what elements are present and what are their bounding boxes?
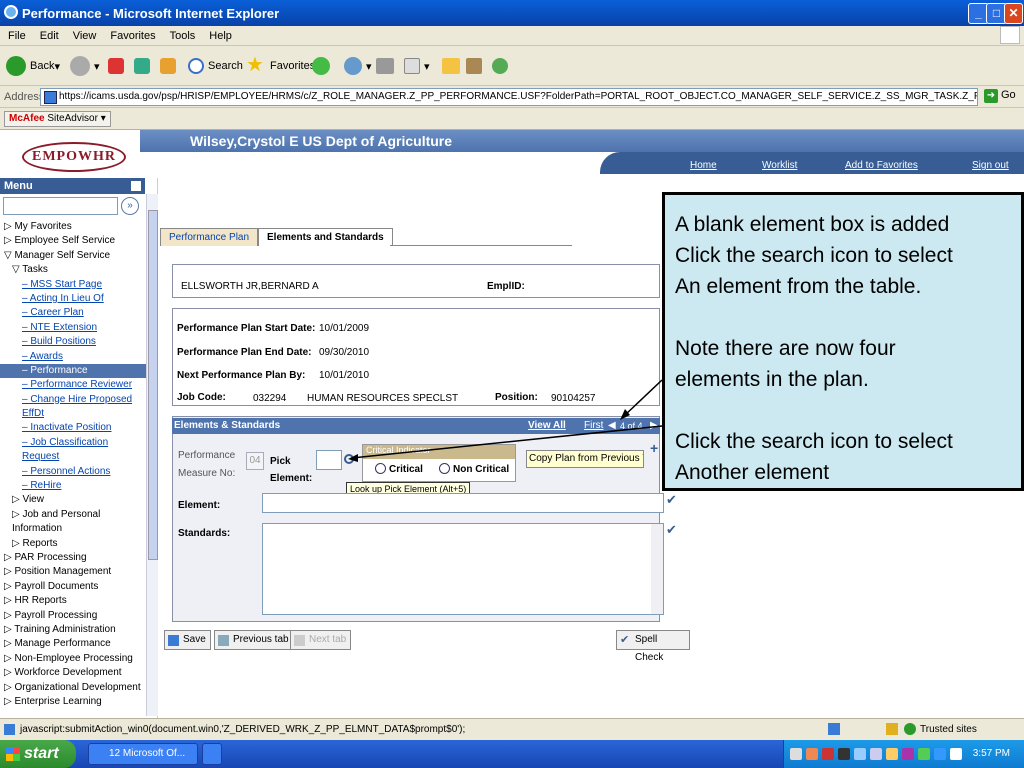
callout-paragraph-2: Note there are now four elements in the … (675, 337, 896, 391)
status-bar: javascript:submitAction_win0(document.wi… (0, 718, 1024, 740)
lock-icon (886, 723, 898, 735)
tray-icon-volume[interactable] (870, 748, 882, 760)
arrow-to-counter (623, 379, 663, 417)
tray-icon-update[interactable] (934, 748, 946, 760)
tray-icon-mail[interactable] (790, 748, 802, 760)
taskbar: start 12 Microsoft Of... 3:57 PM (0, 740, 1024, 768)
start-button[interactable]: start (0, 740, 76, 768)
zone-label: Trusted sites (920, 724, 977, 735)
arrow-to-search (351, 425, 663, 459)
tray-icon-network[interactable] (854, 748, 866, 760)
tray-icon-display[interactable] (950, 748, 962, 760)
tray-icon-tsp[interactable] (886, 748, 898, 760)
taskbar-ie-button[interactable] (202, 743, 222, 765)
callout-paragraph-1: A blank element box is added Click the s… (675, 213, 953, 298)
system-clock: 3:57 PM (972, 748, 1010, 759)
page-status-icon (4, 724, 15, 735)
zone-page-icon (828, 723, 840, 735)
tray-icon-mcafee[interactable] (822, 748, 834, 760)
taskbar-office-group[interactable]: 12 Microsoft Of... (88, 743, 198, 765)
tray-icon-office[interactable] (806, 748, 818, 760)
tray-icon-warning[interactable] (838, 748, 850, 760)
windows-flag-icon (6, 747, 20, 761)
system-tray: 3:57 PM (783, 740, 1024, 768)
arrowhead-search (348, 454, 358, 462)
status-text: javascript:submitAction_win0(document.wi… (20, 724, 466, 735)
trusted-sites-icon (904, 723, 916, 735)
tray-icon-security[interactable] (918, 748, 930, 760)
instruction-callout: A blank element box is added Click the s… (662, 192, 1024, 491)
arrowhead-counter (620, 409, 630, 420)
tray-icon-messenger[interactable] (902, 748, 914, 760)
callout-paragraph-3: Click the search icon to select Another … (675, 430, 953, 484)
